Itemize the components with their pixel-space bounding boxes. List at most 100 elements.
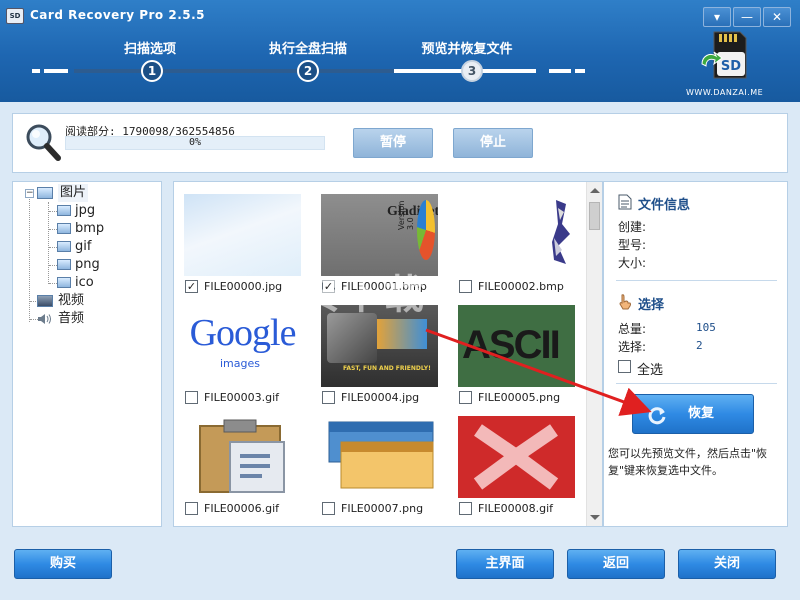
app-icon: SD (6, 8, 24, 24)
file-info-panel: 文件信息 创建: 型号: 大小: 选择 总量: 105 选择: 2 全选 恢复 … (603, 181, 788, 527)
file-checkbox[interactable] (459, 391, 472, 404)
clipboard-icon (199, 419, 285, 493)
main-menu-button[interactable]: 主界面 (456, 549, 554, 579)
tree-item-png[interactable]: png (13, 256, 161, 274)
image-file-icon (57, 241, 71, 252)
grid-scrollbar[interactable] (586, 182, 602, 526)
back-button[interactable]: 返回 (567, 549, 665, 579)
step-2-label: 执行全盘扫描 (268, 42, 347, 57)
tree-item-gif[interactable]: gif (13, 238, 161, 256)
file-tile[interactable]: FILE00002.bmp (448, 182, 585, 293)
file-thumbnail[interactable] (458, 194, 575, 276)
progress-track-dash (549, 69, 571, 73)
select-all-label[interactable]: 全选 (637, 359, 663, 378)
file-thumbnail[interactable] (184, 416, 301, 498)
file-tile[interactable]: FILE00008.gif (448, 404, 585, 515)
file-thumbnail[interactable]: ASCII (458, 305, 575, 387)
file-checkbox[interactable] (322, 502, 335, 515)
svg-text:SD: SD (721, 59, 741, 74)
file-name: FILE00007.png (341, 502, 424, 515)
tree-item-pictures[interactable]: − 图片 (13, 184, 161, 202)
tree-item-video-label: 视频 (58, 293, 85, 308)
file-thumbnail[interactable] (458, 416, 575, 498)
file-checkbox[interactable] (322, 391, 335, 404)
sd-card-logo-icon: SD (701, 31, 747, 79)
title-bar-header: SD Card Recovery Pro 2.5.5 ▾ — ✕ 扫描选项 执行… (0, 0, 800, 102)
scroll-up-arrow-icon[interactable] (590, 188, 600, 193)
hand-pointer-icon (619, 294, 631, 310)
file-tile[interactable]: Google images FILE00003.gif (174, 293, 311, 404)
file-name: FILE00006.gif (204, 502, 280, 515)
magnifier-icon (26, 124, 61, 161)
tree-item-bmp-label: bmp (75, 221, 105, 236)
minimize-button[interactable]: — (733, 7, 761, 27)
close-button[interactable]: 关闭 (678, 549, 776, 579)
abstract-figure-icon (552, 200, 570, 264)
tree-item-pictures-label: 图片 (58, 184, 89, 202)
file-type-tree: − 图片 jpg bmp gif png ico 视频 音频 (12, 181, 162, 527)
file-checkbox[interactable] (185, 391, 198, 404)
menu-dropdown-button[interactable]: ▾ (703, 7, 731, 27)
progress-track-dash (44, 69, 68, 73)
scrollbar-thumb[interactable] (589, 202, 600, 230)
created-label: 创建: (618, 220, 647, 234)
recover-button-label: 恢复 (687, 406, 714, 421)
gladinet-logo-icon (417, 200, 435, 260)
recover-hint-text: 您可以先预览文件，然后点击"恢复"键来恢复选中文件。 (608, 447, 768, 477)
file-info-title: 文件信息 (638, 198, 691, 213)
select-all-checkbox[interactable] (618, 360, 631, 373)
close-window-button[interactable]: ✕ (763, 7, 791, 27)
section-divider (616, 280, 777, 281)
tree-item-audio[interactable]: 音频 (13, 310, 161, 328)
tree-item-video[interactable]: 视频 (13, 292, 161, 310)
step-3-circle: 3 (461, 60, 483, 82)
type-label: 型号: (618, 238, 647, 252)
tree-item-jpg-label: jpg (75, 203, 96, 218)
selected-value: 2 (696, 339, 703, 352)
scroll-down-arrow-icon[interactable] (590, 515, 600, 520)
ascii-art-text: ASCII (462, 323, 561, 367)
file-name: FILE00000.jpg (204, 280, 283, 293)
stop-button[interactable]: 停止 (453, 128, 533, 158)
recover-button[interactable]: 恢复 (632, 394, 754, 434)
tree-item-jpg[interactable]: jpg (13, 202, 161, 220)
buy-button[interactable]: 购买 (14, 549, 112, 579)
file-thumbnail[interactable]: Google images (184, 305, 301, 387)
file-tile[interactable]: ✓ FILE00000.jpg (174, 182, 311, 293)
section-divider (616, 383, 777, 384)
document-icon (618, 194, 632, 210)
read-progress-percent: 0% (188, 137, 202, 148)
image-file-icon (57, 223, 71, 234)
window-title: Card Recovery Pro 2.5.5 (30, 8, 206, 22)
step-3-label: 预览并恢复文件 (421, 42, 513, 57)
speaker-icon (38, 314, 51, 324)
tree-item-ico[interactable]: ico (13, 274, 161, 292)
file-name: FILE00004.jpg (341, 391, 420, 404)
file-thumbnail[interactable] (321, 416, 438, 498)
tree-item-png-label: png (75, 257, 100, 272)
tree-item-gif-label: gif (75, 239, 92, 254)
file-name: FILE00002.bmp (478, 280, 564, 293)
file-preview-grid: ✓ FILE00000.jpg Gladinet Version 3.0 ✓ F… (173, 181, 603, 527)
selection-title: 选择 (638, 298, 665, 313)
file-tile[interactable]: FILE00007.png (311, 404, 448, 515)
collapse-expander-icon[interactable]: − (25, 189, 34, 198)
file-tile[interactable]: ASCII FILE00005.png (448, 293, 585, 404)
file-checkbox[interactable] (459, 502, 472, 515)
tree-item-bmp[interactable]: bmp (13, 220, 161, 238)
thumbnail-caption: FAST, FUN AND FRIENDLY! (343, 365, 431, 372)
total-label: 总量: (618, 322, 647, 336)
file-name: FILE00005.png (478, 391, 561, 404)
file-tile[interactable]: FILE00006.gif (174, 404, 311, 515)
progress-track-dash (575, 69, 585, 73)
total-value: 105 (696, 321, 716, 334)
brand-url: WWW.DANZAI.ME (686, 88, 764, 97)
file-checkbox[interactable]: ✓ (185, 280, 198, 293)
file-checkbox[interactable] (185, 502, 198, 515)
google-logo-text: Google (189, 312, 297, 354)
progress-track-done (74, 69, 394, 73)
file-checkbox[interactable] (459, 280, 472, 293)
step-1-label: 扫描选项 (123, 42, 176, 57)
file-thumbnail[interactable] (184, 194, 301, 276)
pause-button[interactable]: 暂停 (353, 128, 433, 158)
